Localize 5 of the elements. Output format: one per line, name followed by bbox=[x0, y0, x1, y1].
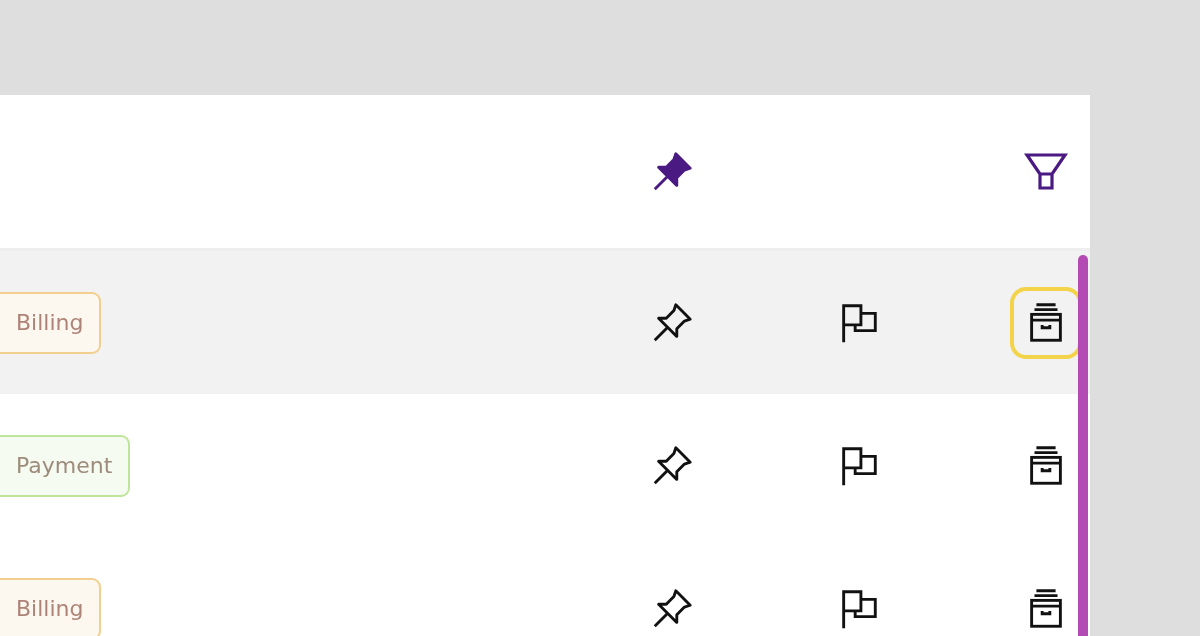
category-tag: Billing bbox=[0, 291, 102, 354]
table-row[interactable]: Billing bbox=[0, 251, 1090, 394]
category-tag: Payment bbox=[0, 434, 131, 497]
scrollbar-thumb[interactable] bbox=[1078, 255, 1088, 636]
category-tag: Billing bbox=[0, 577, 102, 636]
